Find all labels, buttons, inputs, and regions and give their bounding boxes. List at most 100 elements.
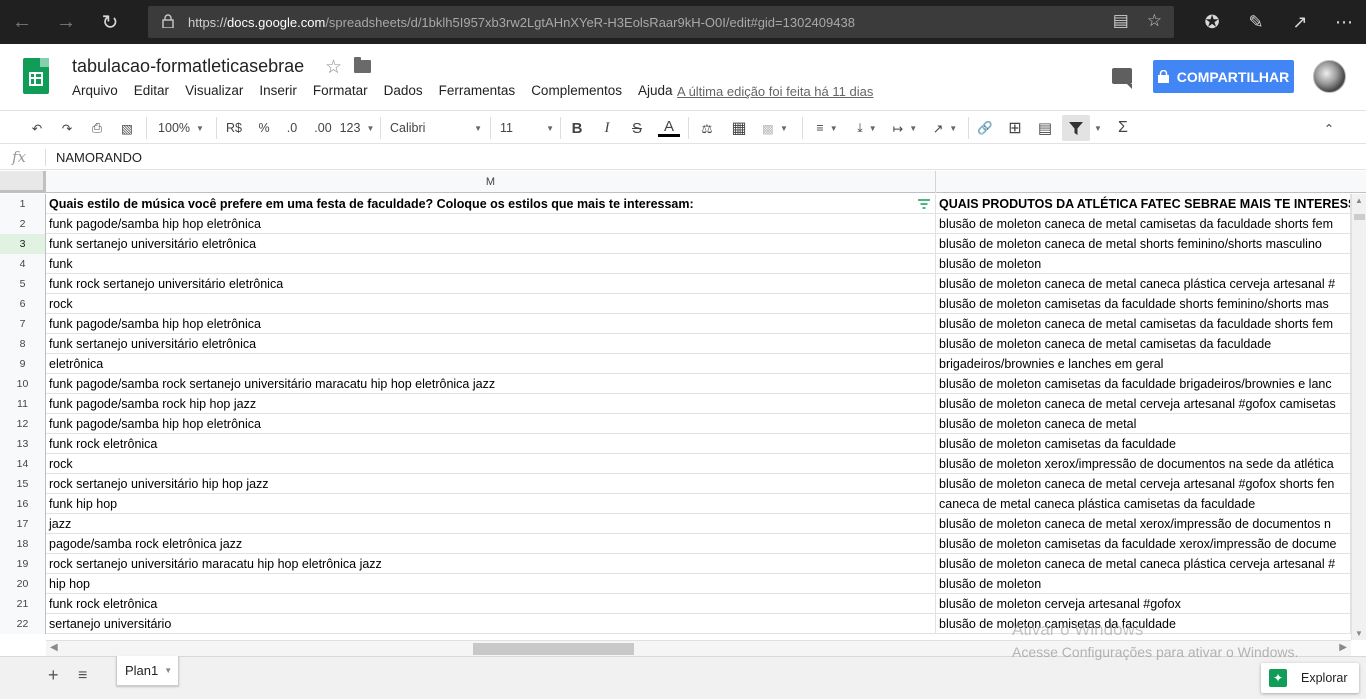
italic-icon[interactable]: I — [596, 111, 618, 145]
cell-m[interactable]: hip hop — [46, 574, 936, 594]
row-number[interactable]: 14 — [0, 454, 46, 474]
print-icon[interactable]: ⎙ — [86, 111, 108, 145]
menu-arquivo[interactable]: Arquivo — [72, 83, 118, 98]
explore-button[interactable]: ✦ Explorar — [1261, 663, 1359, 693]
number-format-select[interactable]: 123 ▼ — [340, 111, 375, 145]
favorite-star-icon[interactable]: ☆ — [1147, 11, 1162, 31]
borders-icon[interactable]: ▦ — [728, 111, 750, 145]
row-number[interactable]: 4 — [0, 254, 46, 274]
font-family-select[interactable]: Calibri ▼ — [390, 111, 482, 145]
row-number[interactable]: 10 — [0, 374, 46, 394]
all-sheets-icon[interactable]: ≡ — [78, 667, 87, 685]
reading-view-icon[interactable]: ▤ — [1113, 11, 1129, 31]
insert-comment-icon[interactable]: ⊞ — [1004, 111, 1026, 145]
share-icon[interactable]: ↗ — [1278, 0, 1322, 44]
folder-icon[interactable] — [354, 57, 371, 73]
column-header-m[interactable]: M — [46, 171, 936, 193]
redo-icon[interactable]: ↷ — [56, 111, 78, 145]
undo-icon[interactable]: ↶ — [26, 111, 48, 145]
menu-visualizar[interactable]: Visualizar — [185, 83, 243, 98]
cell-n[interactable]: QUAIS PRODUTOS DA ATLÉTICA FATEC SEBRAE … — [936, 194, 1351, 214]
cell-m[interactable]: funk pagode/samba rock hip hop jazz — [46, 394, 936, 414]
add-sheet-icon[interactable]: + — [48, 665, 59, 686]
cell-n[interactable]: blusão de moleton — [936, 574, 1351, 594]
more-icon[interactable]: ⋯ — [1322, 0, 1366, 44]
cell-m[interactable]: rock sertanejo universitário maracatu hi… — [46, 554, 936, 574]
column-filter-icon[interactable] — [918, 198, 930, 210]
star-icon[interactable]: ☆ — [325, 56, 342, 79]
cell-n[interactable]: blusão de moleton caneca de metal caneca… — [936, 554, 1351, 574]
cell-n[interactable]: blusão de moleton caneca de metal caneca… — [936, 274, 1351, 294]
row-number[interactable]: 9 — [0, 354, 46, 374]
cell-m[interactable]: funk rock eletrônica — [46, 434, 936, 454]
comment-icon[interactable] — [1112, 68, 1132, 89]
row-number[interactable]: 17 — [0, 514, 46, 534]
favorites-icon[interactable]: ✪ — [1190, 0, 1234, 44]
cell-m[interactable]: pagode/samba rock eletrônica jazz — [46, 534, 936, 554]
pen-icon[interactable]: ✎ — [1234, 0, 1278, 44]
percent-format-button[interactable]: % — [254, 111, 274, 145]
filter-views-caret-icon[interactable]: ▼ — [1092, 111, 1104, 145]
bold-icon[interactable]: B — [566, 111, 588, 145]
cell-m[interactable]: rock — [46, 454, 936, 474]
paint-format-icon[interactable]: ▧ — [116, 111, 138, 145]
sheet-tab-plan1[interactable]: Plan1 ▼ — [116, 656, 179, 686]
row-number[interactable]: 18 — [0, 534, 46, 554]
cell-m[interactable]: jazz — [46, 514, 936, 534]
zoom-select[interactable]: 100% ▼ — [152, 111, 210, 145]
cell-m[interactable]: funk sertanejo universitário eletrônica — [46, 334, 936, 354]
menu-editar[interactable]: Editar — [134, 83, 169, 98]
row-number[interactable]: 5 — [0, 274, 46, 294]
menu-formatar[interactable]: Formatar — [313, 83, 368, 98]
currency-format-button[interactable]: R$ — [222, 111, 246, 145]
cell-n[interactable]: blusão de moleton camisetas da faculdade — [936, 434, 1351, 454]
scroll-down-icon[interactable]: ▼ — [1355, 629, 1363, 638]
row-number[interactable]: 16 — [0, 494, 46, 514]
cell-n[interactable]: blusão de moleton caneca de metal cervej… — [936, 474, 1351, 494]
cell-m[interactable]: funk sertanejo universitário eletrônica — [46, 234, 936, 254]
scroll-up-icon[interactable]: ▲ — [1355, 196, 1363, 205]
cell-n[interactable]: blusão de moleton caneca de metal — [936, 414, 1351, 434]
scroll-left-icon[interactable]: ◀ — [50, 642, 58, 653]
menu-inserir[interactable]: Inserir — [259, 83, 297, 98]
cell-m[interactable]: rock sertanejo universitário hip hop jaz… — [46, 474, 936, 494]
last-edit-link[interactable]: A última edição foi feita há 11 dias — [677, 84, 873, 99]
cell-n[interactable]: caneca de metal caneca plástica camiseta… — [936, 494, 1351, 514]
font-size-select[interactable]: 11 ▼ — [500, 111, 554, 145]
menu-dados[interactable]: Dados — [384, 83, 423, 98]
cell-m[interactable]: funk rock sertanejo universitário eletrô… — [46, 274, 936, 294]
cell-n[interactable]: blusão de moleton camisetas da faculdade… — [936, 534, 1351, 554]
refresh-icon[interactable]: ↻ — [88, 0, 132, 44]
text-wrap-icon[interactable]: ↦ ▼ — [888, 111, 922, 145]
collapse-toolbar-icon[interactable]: ⌃ — [1318, 111, 1340, 145]
cell-m[interactable]: rock — [46, 294, 936, 314]
cell-m[interactable]: funk hip hop — [46, 494, 936, 514]
strikethrough-icon[interactable]: S — [626, 111, 648, 145]
formula-input[interactable]: NAMORANDO — [56, 150, 142, 165]
row-number[interactable]: 22 — [0, 614, 46, 634]
cell-m[interactable]: eletrônica — [46, 354, 936, 374]
select-all-corner[interactable] — [0, 171, 46, 193]
menu-ajuda[interactable]: Ajuda — [638, 83, 673, 98]
cell-m[interactable]: Quais estilo de música você prefere em u… — [46, 194, 936, 214]
address-bar[interactable]: https://docs.google.com/spreadsheets/d/1… — [148, 6, 1174, 38]
row-number[interactable]: 2 — [0, 214, 46, 234]
back-arrow-icon[interactable]: ← — [0, 0, 44, 44]
row-number[interactable]: 13 — [0, 434, 46, 454]
document-title[interactable]: tabulacao-formatleticasebrae — [72, 56, 304, 77]
text-color-icon[interactable]: A — [656, 111, 682, 145]
filter-icon[interactable] — [1062, 115, 1090, 141]
avatar[interactable] — [1313, 60, 1346, 93]
row-number[interactable]: 1 — [0, 194, 46, 214]
cell-n[interactable]: blusão de moleton xerox/impressão de doc… — [936, 454, 1351, 474]
row-number[interactable]: 7 — [0, 314, 46, 334]
vertical-scroll-thumb[interactable] — [1354, 214, 1365, 220]
cell-m[interactable]: funk rock eletrônica — [46, 594, 936, 614]
row-number[interactable]: 20 — [0, 574, 46, 594]
cell-n[interactable]: blusão de moleton caneca de metal xerox/… — [936, 514, 1351, 534]
row-number[interactable]: 21 — [0, 594, 46, 614]
decrease-decimal-button[interactable]: .0 — [282, 111, 302, 145]
insert-chart-icon[interactable]: ▤ — [1034, 111, 1056, 145]
cell-n[interactable]: brigadeiros/brownies e lanches em geral — [936, 354, 1351, 374]
cell-n[interactable]: blusão de moleton caneca de metal camise… — [936, 334, 1351, 354]
